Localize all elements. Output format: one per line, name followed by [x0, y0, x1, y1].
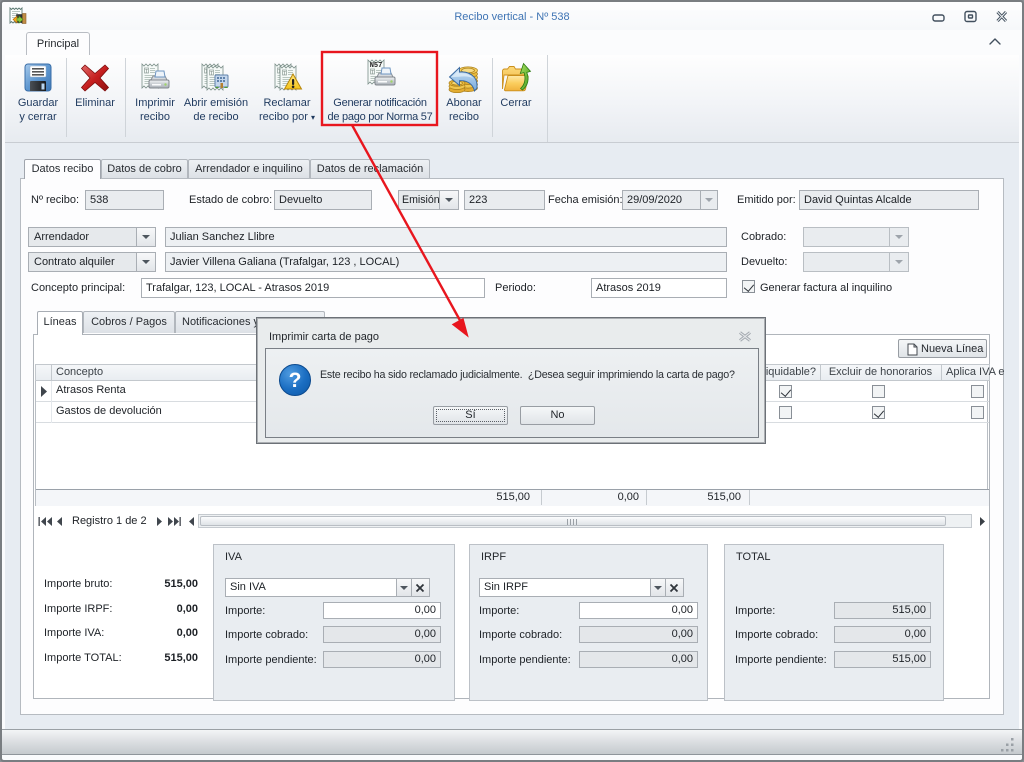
- svg-text:?: ?: [289, 369, 302, 392]
